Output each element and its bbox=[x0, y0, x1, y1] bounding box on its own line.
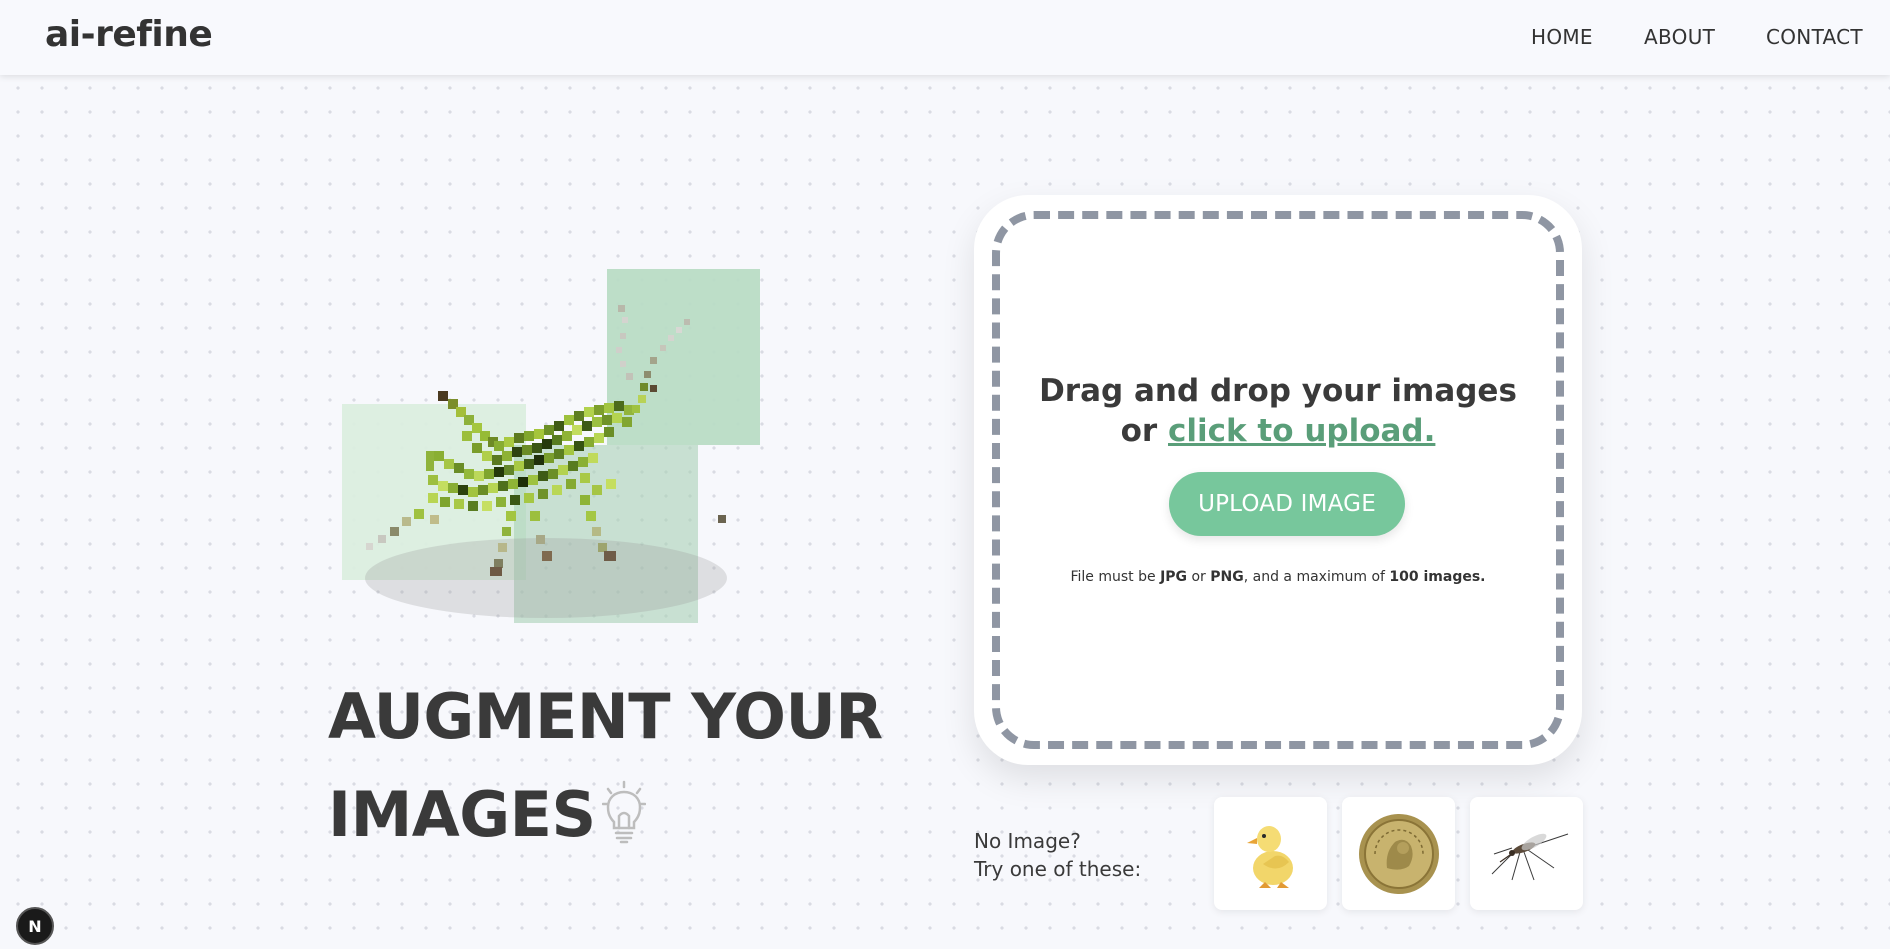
samples-label: No Image? Try one of these: bbox=[974, 827, 1141, 883]
note-part3: , and a maximum of bbox=[1243, 569, 1390, 585]
sample-coin[interactable] bbox=[1342, 797, 1455, 910]
file-requirements-note: File must be JPG or PNG, and a maximum o… bbox=[1000, 569, 1556, 585]
hero-title-line1: AUGMENT YOUR bbox=[328, 680, 883, 753]
click-to-upload-link[interactable]: click to upload. bbox=[1168, 413, 1435, 449]
brand-logo[interactable]: ai-refine bbox=[45, 14, 213, 55]
upload-card: Drag and drop your images or click to up… bbox=[974, 195, 1582, 765]
nav-contact-link[interactable]: CONTACT bbox=[1766, 25, 1863, 49]
dropzone[interactable]: Drag and drop your images or click to up… bbox=[992, 211, 1564, 749]
drop-prompt-line1: Drag and drop your images bbox=[1039, 373, 1517, 409]
note-limit: 100 images. bbox=[1389, 569, 1486, 585]
duckling-icon bbox=[1246, 825, 1293, 888]
drop-prompt: Drag and drop your images or click to up… bbox=[1000, 371, 1556, 451]
nav-home-link[interactable]: HOME bbox=[1531, 25, 1593, 49]
upload-image-button[interactable]: UPLOAD IMAGE bbox=[1169, 472, 1405, 536]
samples-label-line1: No Image? bbox=[974, 829, 1081, 853]
grasshopper-illustration bbox=[342, 269, 791, 623]
lightbulb-icon bbox=[601, 774, 646, 872]
samples-label-line2: Try one of these: bbox=[974, 857, 1142, 881]
note-part1: File must be bbox=[1070, 569, 1161, 585]
note-part2: or bbox=[1187, 569, 1211, 585]
hero-title-images: IMAGES bbox=[328, 778, 596, 851]
dev-badge[interactable]: N bbox=[16, 907, 54, 945]
drop-prompt-line2: or click to upload. bbox=[1000, 411, 1556, 451]
navbar: ai-refine HOME ABOUT CONTACT bbox=[0, 0, 1890, 75]
hero-title: AUGMENT YOUR IMAGES bbox=[328, 668, 888, 872]
hero-title-line2: IMAGES bbox=[328, 766, 888, 872]
sample-duckling[interactable] bbox=[1214, 797, 1327, 910]
sample-mosquito[interactable] bbox=[1470, 797, 1583, 910]
note-format-png: PNG bbox=[1210, 569, 1244, 585]
drop-prompt-or: or bbox=[1120, 413, 1168, 449]
coin-icon bbox=[1358, 813, 1439, 894]
note-format-jpg: JPG bbox=[1160, 569, 1188, 585]
nav-about-link[interactable]: ABOUT bbox=[1644, 25, 1715, 49]
mosquito-icon bbox=[1491, 833, 1568, 880]
hero-illustration bbox=[330, 265, 791, 635]
